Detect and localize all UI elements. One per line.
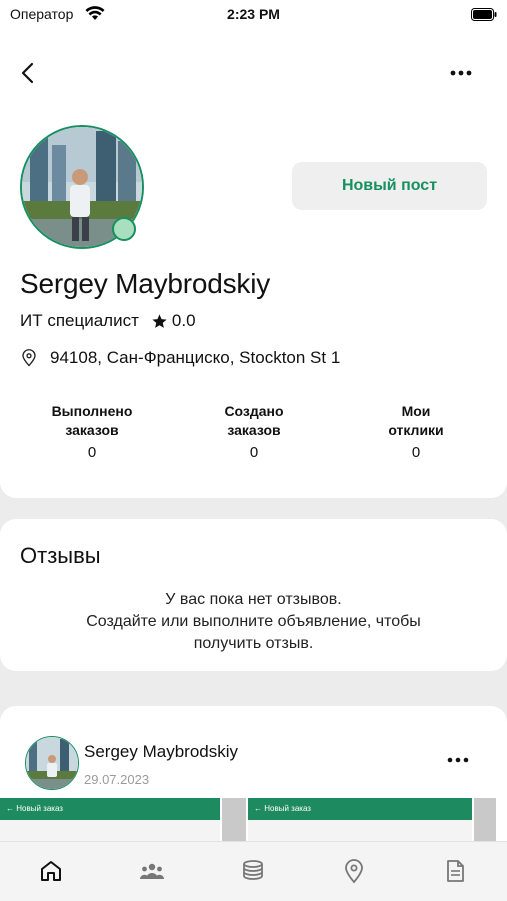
stat-value: 0 xyxy=(87,444,97,461)
people-icon[interactable] xyxy=(139,858,165,884)
stat-label-line1: Создано xyxy=(224,403,284,419)
post-author-photo xyxy=(26,737,78,789)
more-options-icon[interactable] xyxy=(446,63,476,83)
post-more-options-icon[interactable] xyxy=(444,752,472,768)
post-author-avatar[interactable] xyxy=(25,736,79,790)
post-image-title: Новый заказ xyxy=(264,804,311,813)
stat-label-line1: Мои xyxy=(401,403,431,419)
reviews-empty-line: У вас пока нет отзывов. xyxy=(165,591,342,608)
status-bar: Оператор 2:23 PM xyxy=(0,0,507,30)
stat-value: 0 xyxy=(411,444,421,461)
avatar-container[interactable] xyxy=(20,125,144,249)
post-image-header: ← Новый заказ xyxy=(248,798,472,820)
location-pin-icon xyxy=(22,349,36,367)
post-author-name[interactable]: Sergey Maybrodskiy xyxy=(84,742,238,762)
stat-label: Создано заказов xyxy=(184,402,324,440)
post-image-title: Новый заказ xyxy=(16,804,63,813)
user-name: Sergey Maybrodskiy xyxy=(20,268,271,299)
stat-label-line1: Выполнено xyxy=(51,403,133,419)
location-icon[interactable] xyxy=(341,858,367,884)
stat-label-line2: заказов xyxy=(227,422,281,438)
document-icon[interactable] xyxy=(442,858,468,884)
location-text: 94108, Сан-Франциско, Stockton St 1 xyxy=(50,348,341,367)
stats-row: Выполнено заказов 0 Создано заказов 0 Мо… xyxy=(0,402,507,472)
reviews-empty-line: получить отзыв. xyxy=(193,635,314,652)
stat-label: Выполнено заказов xyxy=(22,402,162,440)
reviews-empty-line: Создайте или выполните объявление, чтобы xyxy=(86,613,421,630)
profession-label: ИТ специалист xyxy=(20,311,139,330)
location-row: 94108, Сан-Франциско, Stockton St 1 xyxy=(20,348,340,368)
star-icon xyxy=(152,313,167,328)
profession-row: ИТ специалист 0.0 xyxy=(20,311,196,331)
bottom-tab-bar xyxy=(0,841,507,901)
new-post-button[interactable]: Новый пост xyxy=(292,162,487,210)
post-date: 29.07.2023 xyxy=(84,772,150,787)
coins-icon[interactable] xyxy=(240,858,266,884)
stat-created-orders[interactable]: Создано заказов 0 xyxy=(184,402,324,461)
stat-label-line2: отклики xyxy=(388,422,444,438)
reviews-card: Отзывы У вас пока нет отзывов. Создайте … xyxy=(0,519,507,671)
stat-value: 0 xyxy=(249,444,259,461)
online-status-indicator xyxy=(112,217,136,241)
stat-my-responses[interactable]: Мои отклики 0 xyxy=(346,402,486,461)
profile-card: Новый пост Sergey Maybrodskiy ИТ специал… xyxy=(0,30,507,498)
reviews-title: Отзывы xyxy=(20,543,101,568)
reviews-empty-message: У вас пока нет отзывов. Создайте или вып… xyxy=(0,589,507,655)
stat-label-line2: заказов xyxy=(65,422,119,438)
post-image-header: ← Новый заказ xyxy=(0,798,220,820)
back-arrow-icon[interactable] xyxy=(16,60,42,86)
stat-label: Мои отклики xyxy=(346,402,486,440)
battery-icon xyxy=(471,8,497,21)
home-icon[interactable] xyxy=(38,858,64,884)
clock: 2:23 PM xyxy=(227,6,280,22)
rating-value: 0.0 xyxy=(171,311,196,330)
stat-completed-orders[interactable]: Выполнено заказов 0 xyxy=(22,402,162,461)
